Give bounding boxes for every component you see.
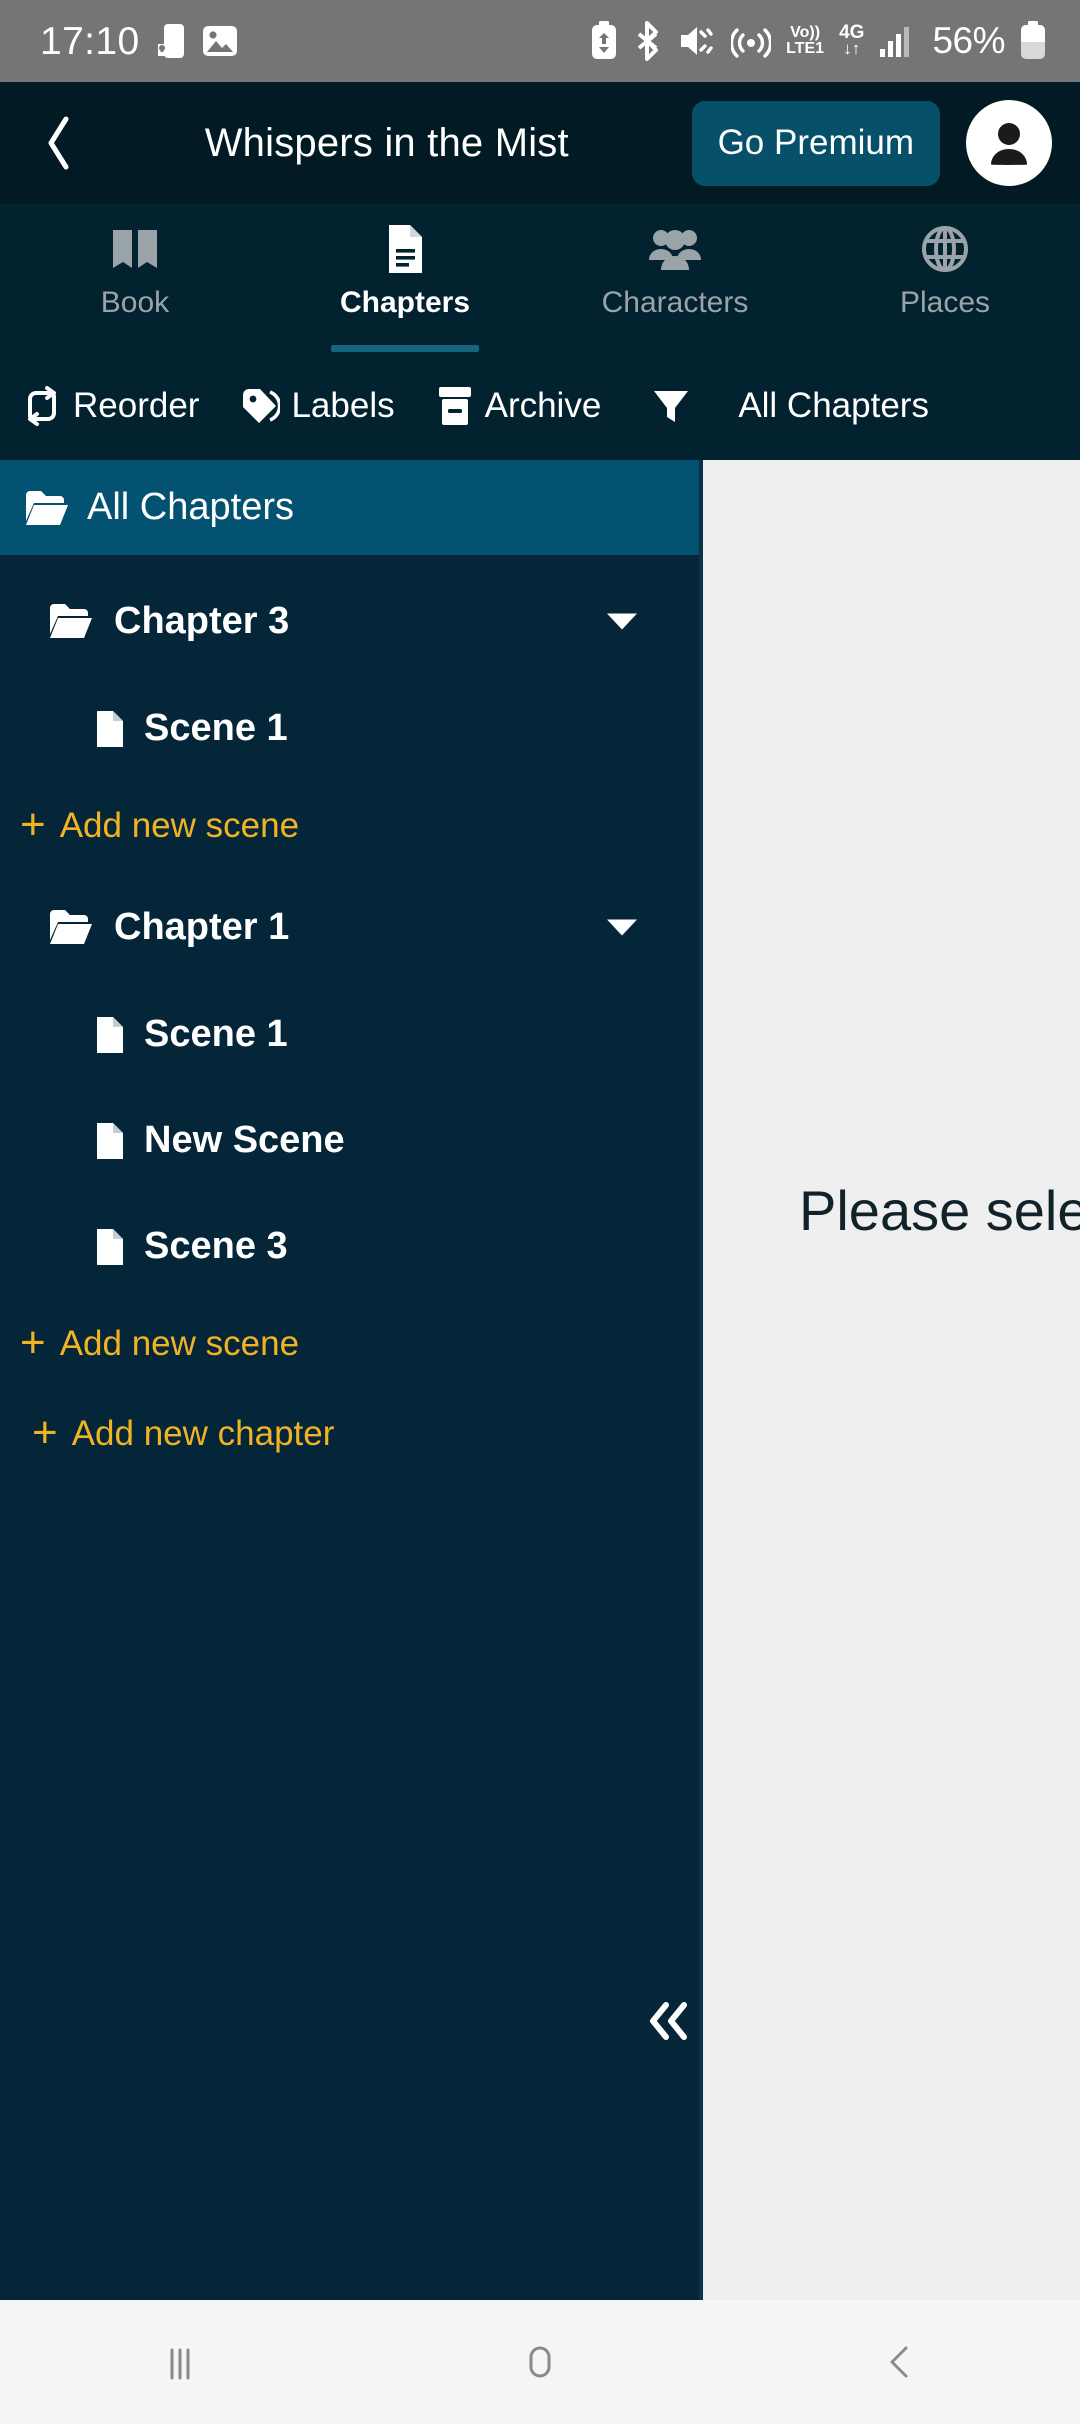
- volte-icon: Vo)) LTE1: [786, 25, 824, 57]
- archive-button[interactable]: Archive: [436, 385, 623, 427]
- tree-item-label: Scene 1: [144, 706, 288, 749]
- chapters-toolbar: Reorder Labels Archive All Chapters: [0, 352, 1080, 460]
- add-scene-label: Add new scene: [59, 1324, 300, 1363]
- labels-button[interactable]: Labels: [240, 386, 415, 426]
- tree-item-label: Chapter 1: [114, 905, 290, 948]
- tab-label: Places: [899, 286, 991, 319]
- plus-icon: +: [20, 799, 46, 849]
- collapse-sidebar-button[interactable]: [636, 1988, 702, 2054]
- app-header: Whispers in the Mist Go Premium: [0, 82, 1080, 204]
- folder-open-icon: [50, 910, 92, 944]
- back-icon: [890, 2346, 908, 2378]
- tab-places[interactable]: Places: [810, 204, 1080, 352]
- tree-item-chapter[interactable]: Chapter 1: [0, 883, 699, 971]
- add-new-chapter-button[interactable]: + Add new chapter: [0, 1399, 699, 1469]
- archive-icon: [438, 387, 471, 425]
- reorder-label: Reorder: [73, 386, 200, 425]
- filter-icon: [654, 391, 689, 422]
- battery-saver-icon: [590, 21, 618, 61]
- tab-label: Characters: [601, 286, 749, 319]
- tree-item-scene[interactable]: Scene 1: [0, 991, 699, 1077]
- section-tab-bar: Book Chapters Characters Places: [0, 204, 1080, 352]
- tab-characters[interactable]: Characters: [540, 204, 810, 352]
- recents-icon: [170, 2348, 190, 2380]
- document-icon: [384, 218, 426, 280]
- lock-screen-icon: [156, 22, 186, 60]
- status-bar-left: 17:10: [40, 22, 238, 61]
- data-arrows: ↓↑: [843, 39, 861, 58]
- home-icon: [529, 2346, 551, 2378]
- filter-button[interactable]: [642, 385, 720, 427]
- 4g-data-icon: 4G ↓↑: [839, 23, 864, 58]
- volte-top: Vo)): [790, 24, 821, 41]
- labels-label: Labels: [291, 386, 395, 425]
- content-split: All Chapters Chapter 3 Scene 1 + Add new…: [0, 460, 1080, 2300]
- chapters-sidebar: All Chapters Chapter 3 Scene 1 + Add new…: [0, 460, 703, 2300]
- tab-book[interactable]: Book: [0, 204, 270, 352]
- volte-bottom: LTE1: [786, 40, 825, 57]
- page-title: Whispers in the Mist: [204, 120, 569, 165]
- tree-item-scene[interactable]: Scene 3: [0, 1203, 699, 1289]
- tree-item-all-chapters[interactable]: All Chapters: [0, 460, 699, 555]
- tree-item-scene[interactable]: Scene 1: [0, 685, 699, 771]
- android-nav-bar: [0, 2300, 1080, 2424]
- tab-chapters[interactable]: Chapters: [270, 204, 540, 352]
- bluetooth-icon: [633, 21, 663, 61]
- battery-icon: [1020, 21, 1046, 61]
- tree-item-label: Chapter 3: [114, 599, 290, 642]
- back-button[interactable]: [720, 2334, 1080, 2390]
- chapters-tree: All Chapters Chapter 3 Scene 1 + Add new…: [0, 460, 699, 1469]
- go-premium-button[interactable]: Go Premium: [691, 100, 940, 186]
- chevron-down-icon[interactable]: [605, 600, 639, 643]
- add-new-scene-button[interactable]: + Add new scene: [0, 791, 699, 861]
- account-avatar[interactable]: [966, 100, 1052, 186]
- scene-document-icon: [97, 1017, 123, 1053]
- add-scene-label: Add new scene: [59, 806, 300, 845]
- mute-vibrate-icon: [678, 22, 716, 60]
- tree-item-chapter[interactable]: Chapter 3: [0, 577, 699, 665]
- book-icon: [109, 218, 161, 280]
- home-button[interactable]: [360, 2334, 720, 2390]
- chevron-left-icon: [48, 116, 69, 170]
- recents-button[interactable]: [0, 2334, 360, 2390]
- tab-label: Chapters: [339, 286, 471, 319]
- reorder-icon: [28, 386, 56, 426]
- folder-open-icon: [26, 490, 68, 525]
- people-icon: [647, 218, 703, 280]
- status-bar-clock: 17:10: [40, 19, 140, 63]
- tree-item-label: All Chapters: [87, 486, 294, 528]
- add-new-scene-button[interactable]: + Add new scene: [0, 1309, 699, 1379]
- plus-icon: +: [20, 1317, 46, 1367]
- scene-document-icon: [97, 1123, 123, 1159]
- scene-detail-pane: Please select a scene: [703, 460, 1080, 2300]
- tag-icon: [243, 389, 281, 423]
- archive-label: Archive: [484, 386, 602, 425]
- globe-icon: [921, 218, 969, 280]
- person-icon: [991, 123, 1027, 165]
- tree-item-label: Scene 3: [144, 1224, 288, 1267]
- tree-item-label: Scene 1: [144, 1012, 288, 1055]
- add-chapter-label: Add new chapter: [71, 1414, 335, 1453]
- hotspot-icon: [731, 21, 772, 61]
- double-chevron-left-icon: [650, 2002, 687, 2040]
- battery-percent-label: 56%: [932, 20, 1005, 61]
- tab-label: Book: [100, 286, 170, 319]
- status-bar-right: Vo)) LTE1 4G ↓↑ 56%: [590, 20, 1046, 62]
- filter-value-label: All Chapters: [738, 386, 929, 425]
- tree-item-scene[interactable]: New Scene: [0, 1097, 699, 1183]
- signal-bars-icon: [879, 24, 913, 58]
- plus-icon: +: [32, 1407, 58, 1457]
- android-status-bar: 17:10 Vo)) LTE1 4G ↓↑ 56%: [0, 0, 1080, 82]
- tree-item-label: New Scene: [144, 1118, 345, 1161]
- scene-document-icon: [97, 711, 123, 747]
- reorder-button[interactable]: Reorder: [22, 386, 220, 426]
- back-button[interactable]: [26, 110, 92, 176]
- scene-document-icon: [97, 1229, 123, 1265]
- folder-open-icon: [50, 604, 92, 638]
- chevron-down-icon[interactable]: [605, 906, 639, 949]
- image-icon: [202, 23, 238, 59]
- empty-state-message: Please select a scene: [799, 1179, 1080, 1242]
